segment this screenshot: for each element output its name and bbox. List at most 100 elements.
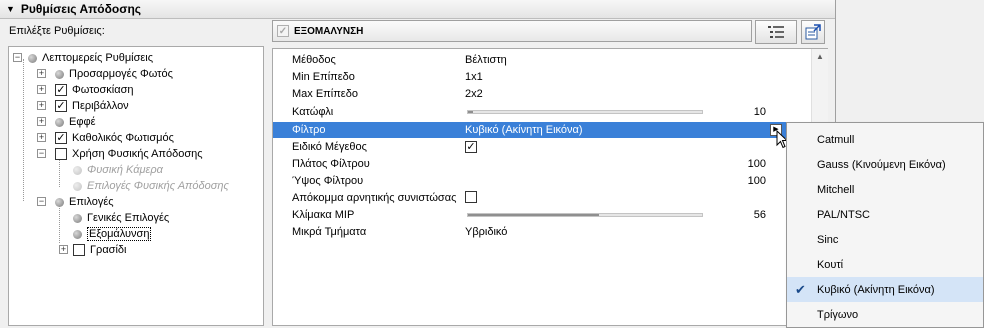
tree-item-physical-options[interactable]: Επιλογές Φυσικής Απόδοσης [73,178,229,194]
tree-label: Περιβάλλον [72,100,129,112]
prop-number: 10 [753,106,766,118]
prop-row-filter-width[interactable]: Πλάτος Φίλτρου 100 [273,156,810,172]
prop-name: Πλάτος Φίλτρου [292,158,370,170]
menu-item-gauss[interactable]: Gauss (Κινούμενη Εικόνα) [787,152,983,177]
prop-number[interactable]: 100 [748,175,766,187]
list-view-icon [768,26,784,38]
settings-dot-icon [55,197,64,207]
menu-item-sinc[interactable]: Sinc [787,227,983,252]
tree-item-shading[interactable]: + ✓ Φωτοσκίαση [37,82,134,98]
threshold-slider[interactable] [467,110,703,114]
tree-item-light-adjustments[interactable]: + Προσαρμογές Φωτός [37,66,173,82]
collapse-triangle-icon[interactable]: ▼ [6,4,15,14]
prop-name: Κατώφλι [292,106,334,118]
prop-row-custom-size[interactable]: Ειδικό Μέγεθος ✓ [273,139,810,155]
prop-name: Κλίμακα MIP [292,209,355,221]
settings-tree: − Λεπτομερείς Ρυθμίσεις + Προσαρμογές Φω… [8,46,264,326]
menu-item-triangle[interactable]: Τρίγωνο [787,302,983,327]
prop-name: Min Επίπεδο [292,71,355,83]
checkbox[interactable]: ✓ [55,132,67,144]
negative-clip-checkbox[interactable] [465,190,477,203]
prop-row-filter[interactable]: Φίλτρο Κυβικό (Ακίνητη Εικόνα) [273,122,810,138]
tree-item-antialiasing[interactable]: Εξομάλυνση [73,226,152,242]
expand-box-icon[interactable]: + [37,117,46,126]
menu-item-cubic[interactable]: ✔ Κυβικό (Ακίνητη Εικόνα) [787,277,983,302]
mip-scale-slider[interactable] [467,213,703,217]
tree-label: Επιλογές Φυσικής Απόδοσης [87,180,229,192]
menu-item-label: Mitchell [817,183,855,196]
expand-box-icon[interactable]: + [59,245,68,254]
settings-dot-icon [28,53,37,63]
menu-item-label: Catmull [817,133,855,146]
settings-dot-icon [73,213,82,223]
prop-row-min-level[interactable]: Min Επίπεδο 1x1 [273,69,810,85]
settings-dot-icon [73,229,82,239]
tree-item-general-options[interactable]: Γενικές Επιλογές [73,210,169,226]
prop-value[interactable]: Υβριδικό [465,226,507,238]
prop-value[interactable]: Βέλτιστη [465,54,507,66]
tree-label: Χρήση Φυσικής Απόδοσης [72,148,203,160]
prop-row-max-level[interactable]: Max Επίπεδο 2x2 [273,86,810,102]
checkmark-icon: ✔ [795,281,806,297]
expand-box-icon[interactable]: + [37,133,46,142]
tree-item-options[interactable]: − Επιλογές [37,194,114,210]
prop-value[interactable]: Κυβικό (Ακίνητη Εικόνα) [465,124,583,136]
checkbox[interactable]: ✓ [55,84,67,96]
prop-name: Μικρά Τμήματα [292,226,367,238]
tree-label: Γενικές Επιλογές [87,212,170,224]
collapse-box-icon[interactable]: − [13,53,22,62]
prop-row-method[interactable]: Μέθοδος Βέλτιστη [273,52,810,68]
prop-name: Απόκομμα αρνητικής συνιστώσας [292,192,457,204]
tree-item-root[interactable]: − Λεπτομερείς Ρυθμίσεις [13,50,153,66]
prop-row-mip-scale[interactable]: Κλίμακα MIP 56 [273,207,810,223]
custom-size-checkbox[interactable]: ✓ [465,141,477,153]
expand-box-icon[interactable]: + [37,69,46,78]
scroll-up-icon[interactable]: ▲ [812,49,828,65]
menu-item-label: Κυβικό (Ακίνητη Εικόνα) [817,283,935,296]
tree-label: Επιλογές [69,196,114,208]
prop-name: Max Επίπεδο [292,88,358,100]
prop-row-threshold[interactable]: Κατώφλι 10 [273,104,810,120]
tree-item-physical-rendering[interactable]: − Χρήση Φυσικής Απόδοσης [37,146,203,162]
menu-item-mitchell[interactable]: Mitchell [787,177,983,202]
tree-label: Εφφέ [69,116,96,128]
prop-name: Ειδικό Μέγεθος [292,141,367,153]
prop-row-small-parts[interactable]: Μικρά Τμήματα Υβριδικό [273,224,810,240]
prop-number: 56 [753,209,766,221]
tree-item-global-illumination[interactable]: + ✓ Καθολικός Φωτισμός [37,130,174,146]
prop-value[interactable]: 1x1 [465,71,483,83]
select-settings-label: Επιλέξτε Ρυθμίσεις: [9,25,105,37]
tree-item-physical-camera[interactable]: Φυσική Κάμερα [73,162,163,178]
checkbox[interactable] [73,244,85,256]
disabled-checkbox: ✓ [277,25,289,37]
list-view-button[interactable] [755,20,797,44]
tree-label: Λεπτομερείς Ρυθμίσεις [42,52,154,64]
tree-item-environment[interactable]: + ✓ Περιβάλλον [37,98,129,114]
menu-item-catmull[interactable]: Catmull [787,127,983,152]
checkbox[interactable]: ✓ [55,100,67,112]
menu-item-label: Κουτί [817,258,844,271]
tree-label: Καθολικός Φωτισμός [72,132,174,144]
tree-item-effects[interactable]: + Εφφέ [37,114,96,130]
expand-box-icon[interactable]: + [37,101,46,110]
checkbox[interactable] [55,148,67,160]
rendering-settings-panel: ▼ Ρυθμίσεις Απόδοσης Επιλέξτε Ρυθμίσεις:… [0,0,836,328]
prop-number[interactable]: 100 [748,158,766,170]
tree-item-grass[interactable]: + Γρασίδι [59,242,126,258]
section-title-field: ✓ ΕΞΟΜΑΛΥΝΣΗ [272,20,752,42]
prop-name: Φίλτρο [292,124,326,136]
prop-row-filter-height[interactable]: Ύψος Φίλτρου 100 [273,173,810,189]
panel-header[interactable]: ▼ Ρυθμίσεις Απόδοσης [0,0,835,19]
prop-value[interactable]: 2x2 [465,88,483,100]
menu-item-label: Sinc [817,233,839,246]
menu-item-pal-ntsc[interactable]: PAL/NTSC [787,202,983,227]
collapse-box-icon[interactable]: − [37,149,46,158]
expand-box-icon[interactable]: + [37,85,46,94]
prop-row-negative-clip[interactable]: Απόκομμα αρνητικής συνιστώσας [273,190,810,206]
collapse-box-icon[interactable]: − [37,197,46,206]
properties-grid: Μέθοδος Βέλτιστη Min Επίπεδο 1x1 Max Επί… [272,48,828,326]
tree-label: Προσαρμογές Φωτός [69,68,173,80]
export-button[interactable] [801,20,825,44]
menu-item-box[interactable]: Κουτί [787,252,983,277]
filter-dropdown-menu: Catmull Gauss (Κινούμενη Εικόνα) Mitchel… [786,122,984,328]
